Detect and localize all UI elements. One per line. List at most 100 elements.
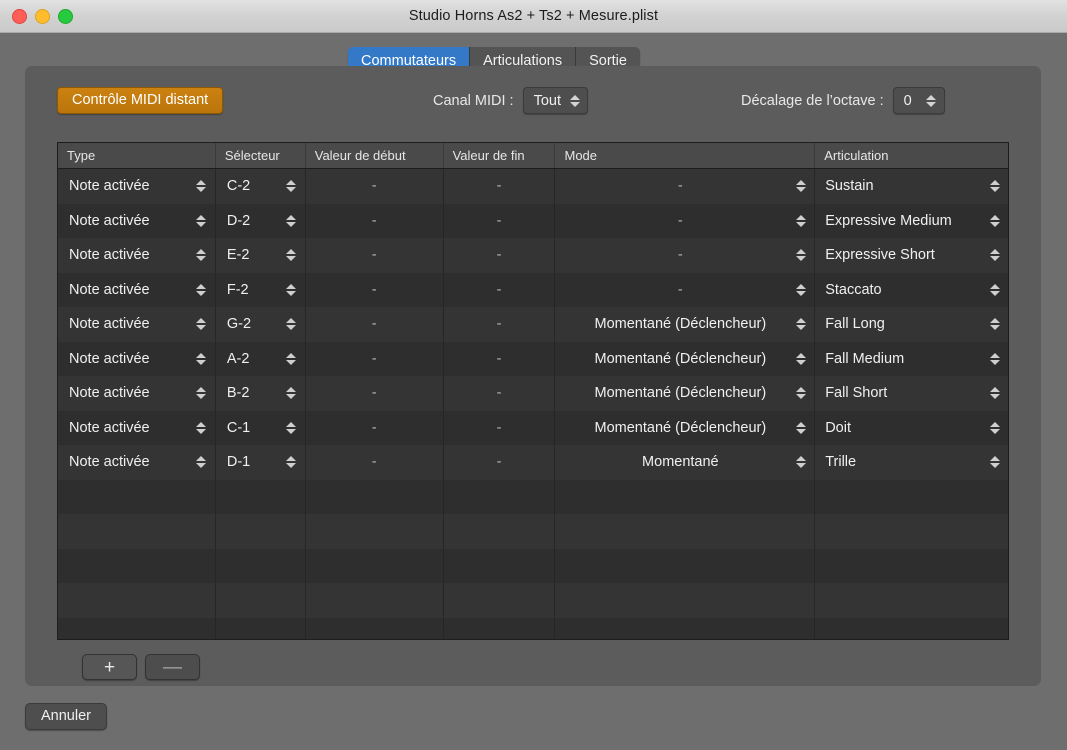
chevron-up-down-icon[interactable] <box>795 280 806 300</box>
cell-start-value[interactable]: - <box>306 169 444 204</box>
cell-selector[interactable]: G-2 <box>216 307 306 342</box>
cell-type[interactable]: Note activée <box>58 204 216 239</box>
cell-start-value[interactable]: - <box>306 445 444 480</box>
table-row[interactable]: Note activéeA-2--Momentané (Déclencheur)… <box>58 342 1008 377</box>
cell-articulation[interactable]: Doit <box>815 411 1008 446</box>
cell-articulation[interactable]: Fall Long <box>815 307 1008 342</box>
chevron-up-down-icon[interactable] <box>286 383 297 403</box>
chevron-up-down-icon[interactable] <box>196 452 207 472</box>
cell-articulation[interactable]: Sustain <box>815 169 1008 204</box>
cell-mode[interactable]: Momentané (Déclencheur) <box>555 411 815 446</box>
cell-type[interactable]: Note activée <box>58 307 216 342</box>
chevron-up-down-icon[interactable] <box>196 349 207 369</box>
cell-end-value[interactable]: - <box>444 169 556 204</box>
cell-articulation[interactable]: Fall Medium <box>815 342 1008 377</box>
cell-type[interactable]: Note activée <box>58 445 216 480</box>
add-row-button[interactable]: + <box>82 654 137 680</box>
table-row[interactable]: Note activéeD-1--MomentanéTrille <box>58 445 1008 480</box>
chevron-up-down-icon[interactable] <box>286 280 297 300</box>
chevron-up-down-icon[interactable] <box>196 314 207 334</box>
chevron-up-down-icon[interactable] <box>196 280 207 300</box>
chevron-up-down-icon[interactable] <box>196 211 207 231</box>
cell-type[interactable]: Note activée <box>58 342 216 377</box>
cell-mode[interactable]: Momentané (Déclencheur) <box>555 376 815 411</box>
chevron-up-down-icon[interactable] <box>196 383 207 403</box>
chevron-up-down-icon[interactable] <box>286 349 297 369</box>
chevron-up-down-icon[interactable] <box>989 280 1000 300</box>
table-row[interactable]: Note activéeE-2---Expressive Short <box>58 238 1008 273</box>
chevron-up-down-icon[interactable] <box>286 176 297 196</box>
chevron-up-down-icon[interactable] <box>926 91 937 111</box>
chevron-up-down-icon[interactable] <box>795 349 806 369</box>
cell-end-value[interactable]: - <box>444 411 556 446</box>
column-header-articulation[interactable]: Articulation <box>815 143 1008 168</box>
chevron-up-down-icon[interactable] <box>286 418 297 438</box>
chevron-up-down-icon[interactable] <box>795 452 806 472</box>
cell-selector[interactable]: D-1 <box>216 445 306 480</box>
cell-articulation[interactable]: Staccato <box>815 273 1008 308</box>
cell-selector[interactable]: D-2 <box>216 204 306 239</box>
chevron-up-down-icon[interactable] <box>286 211 297 231</box>
cell-selector[interactable]: E-2 <box>216 238 306 273</box>
table-row-empty[interactable] <box>58 583 1008 618</box>
cell-type[interactable]: Note activée <box>58 238 216 273</box>
cell-start-value[interactable]: - <box>306 273 444 308</box>
column-header-selector[interactable]: Sélecteur <box>216 143 306 168</box>
midi-remote-control-button[interactable]: Contrôle MIDI distant <box>57 87 223 114</box>
cell-start-value[interactable]: - <box>306 411 444 446</box>
table-row[interactable]: Note activéeG-2--Momentané (Déclencheur)… <box>58 307 1008 342</box>
cancel-button[interactable]: Annuler <box>25 703 107 730</box>
cell-mode[interactable]: - <box>555 238 815 273</box>
cell-start-value[interactable]: - <box>306 376 444 411</box>
table-row[interactable]: Note activéeC-1--Momentané (Déclencheur)… <box>58 411 1008 446</box>
chevron-up-down-icon[interactable] <box>795 383 806 403</box>
table-row-empty[interactable] <box>58 618 1008 641</box>
cell-mode[interactable]: Momentané (Déclencheur) <box>555 307 815 342</box>
chevron-up-down-icon[interactable] <box>196 176 207 196</box>
chevron-up-down-icon[interactable] <box>286 452 297 472</box>
chevron-up-down-icon[interactable] <box>286 245 297 265</box>
chevron-up-down-icon[interactable] <box>989 418 1000 438</box>
cell-mode[interactable]: Momentané <box>555 445 815 480</box>
chevron-up-down-icon[interactable] <box>196 418 207 438</box>
cell-start-value[interactable]: - <box>306 238 444 273</box>
octave-offset-stepper[interactable]: 0 <box>893 87 945 114</box>
chevron-up-down-icon[interactable] <box>989 314 1000 334</box>
chevron-up-down-icon[interactable] <box>795 418 806 438</box>
cell-end-value[interactable]: - <box>444 204 556 239</box>
chevron-up-down-icon[interactable] <box>286 314 297 334</box>
chevron-up-down-icon[interactable] <box>989 211 1000 231</box>
chevron-up-down-icon[interactable] <box>989 452 1000 472</box>
cell-mode[interactable]: - <box>555 273 815 308</box>
close-window-icon[interactable] <box>12 9 27 24</box>
cell-start-value[interactable]: - <box>306 204 444 239</box>
cell-articulation[interactable]: Fall Short <box>815 376 1008 411</box>
column-header-type[interactable]: Type <box>58 143 216 168</box>
table-row[interactable]: Note activéeB-2--Momentané (Déclencheur)… <box>58 376 1008 411</box>
chevron-up-down-icon[interactable] <box>989 245 1000 265</box>
chevron-up-down-icon[interactable] <box>989 349 1000 369</box>
cell-selector[interactable]: C-1 <box>216 411 306 446</box>
chevron-up-down-icon[interactable] <box>795 314 806 334</box>
table-row[interactable]: Note activéeF-2---Staccato <box>58 273 1008 308</box>
cell-type[interactable]: Note activée <box>58 169 216 204</box>
minimize-window-icon[interactable] <box>35 9 50 24</box>
chevron-up-down-icon[interactable] <box>569 91 580 111</box>
cell-articulation[interactable]: Trille <box>815 445 1008 480</box>
cell-end-value[interactable]: - <box>444 445 556 480</box>
cell-start-value[interactable]: - <box>306 342 444 377</box>
cell-end-value[interactable]: - <box>444 273 556 308</box>
chevron-up-down-icon[interactable] <box>795 176 806 196</box>
maximize-window-icon[interactable] <box>58 9 73 24</box>
cell-end-value[interactable]: - <box>444 307 556 342</box>
chevron-up-down-icon[interactable] <box>795 245 806 265</box>
cell-end-value[interactable]: - <box>444 376 556 411</box>
cell-selector[interactable]: A-2 <box>216 342 306 377</box>
chevron-up-down-icon[interactable] <box>196 245 207 265</box>
cell-articulation[interactable]: Expressive Medium <box>815 204 1008 239</box>
cell-selector[interactable]: C-2 <box>216 169 306 204</box>
chevron-up-down-icon[interactable] <box>989 176 1000 196</box>
cell-mode[interactable]: - <box>555 169 815 204</box>
cell-type[interactable]: Note activée <box>58 376 216 411</box>
cell-end-value[interactable]: - <box>444 238 556 273</box>
